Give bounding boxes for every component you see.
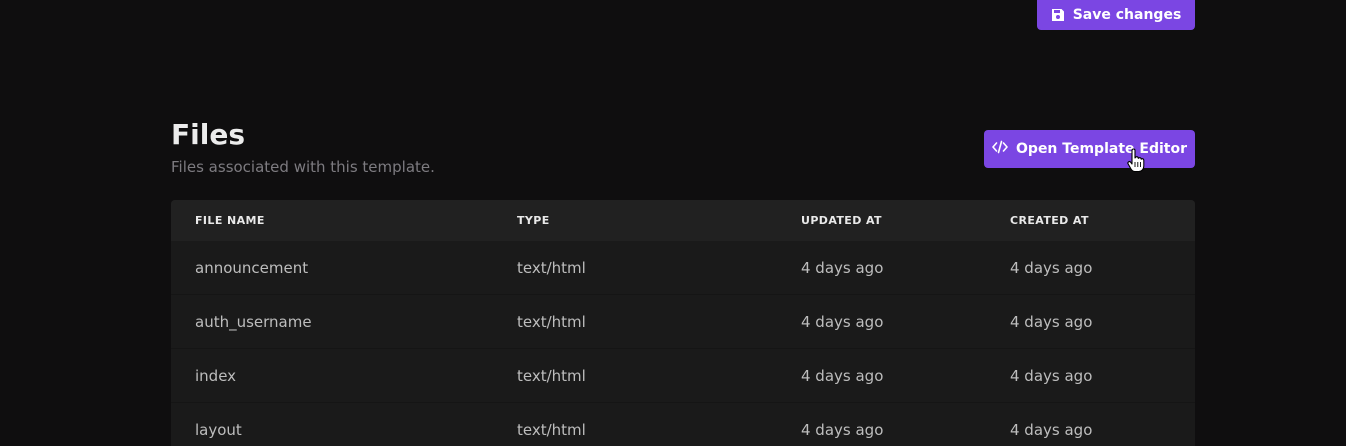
updated-at-cell: 4 days ago	[801, 258, 884, 277]
table-body: announcement text/html 4 days ago 4 days…	[171, 241, 1195, 446]
type-cell: text/html	[517, 312, 586, 331]
open-template-editor-button[interactable]: Open Template Editor	[984, 130, 1195, 168]
table-row[interactable]: index text/html 4 days ago 4 days ago	[171, 348, 1195, 402]
column-header-updated-at[interactable]: UPDATED AT	[801, 214, 1010, 227]
table-row[interactable]: layout text/html 4 days ago 4 days ago	[171, 402, 1195, 446]
file-name-cell: announcement	[195, 258, 309, 277]
type-cell: text/html	[517, 420, 586, 439]
created-at-cell: 4 days ago	[1010, 312, 1093, 331]
updated-at-cell: 4 days ago	[801, 366, 884, 385]
updated-at-cell: 4 days ago	[801, 420, 884, 439]
created-at-cell: 4 days ago	[1010, 366, 1093, 385]
type-cell: text/html	[517, 366, 586, 385]
column-header-created-at[interactable]: CREATED AT	[1010, 214, 1195, 227]
created-at-cell: 4 days ago	[1010, 258, 1093, 277]
table-header: FILE NAME TYPE UPDATED AT CREATED AT	[171, 200, 1195, 241]
column-header-file-name[interactable]: FILE NAME	[171, 214, 517, 227]
save-changes-button[interactable]: Save changes	[1037, 0, 1195, 30]
type-cell: text/html	[517, 258, 586, 277]
page: Save changes Files Files associated with…	[0, 0, 1346, 446]
files-table: FILE NAME TYPE UPDATED AT CREATED AT ann…	[171, 200, 1195, 446]
code-icon	[992, 140, 1008, 158]
section-subtitle: Files associated with this template.	[171, 158, 435, 176]
table-row[interactable]: announcement text/html 4 days ago 4 days…	[171, 241, 1195, 294]
save-changes-label: Save changes	[1072, 7, 1182, 23]
file-name-cell: auth_username	[195, 312, 312, 331]
file-name-cell: layout	[195, 420, 242, 439]
section-title: Files	[171, 118, 245, 151]
floppy-disk-icon	[1051, 8, 1065, 22]
created-at-cell: 4 days ago	[1010, 420, 1093, 439]
open-template-editor-label: Open Template Editor	[1016, 141, 1187, 157]
table-row[interactable]: auth_username text/html 4 days ago 4 day…	[171, 294, 1195, 348]
column-header-type[interactable]: TYPE	[517, 214, 801, 227]
hand-pointer-icon	[1127, 148, 1145, 178]
updated-at-cell: 4 days ago	[801, 312, 884, 331]
file-name-cell: index	[195, 366, 237, 385]
